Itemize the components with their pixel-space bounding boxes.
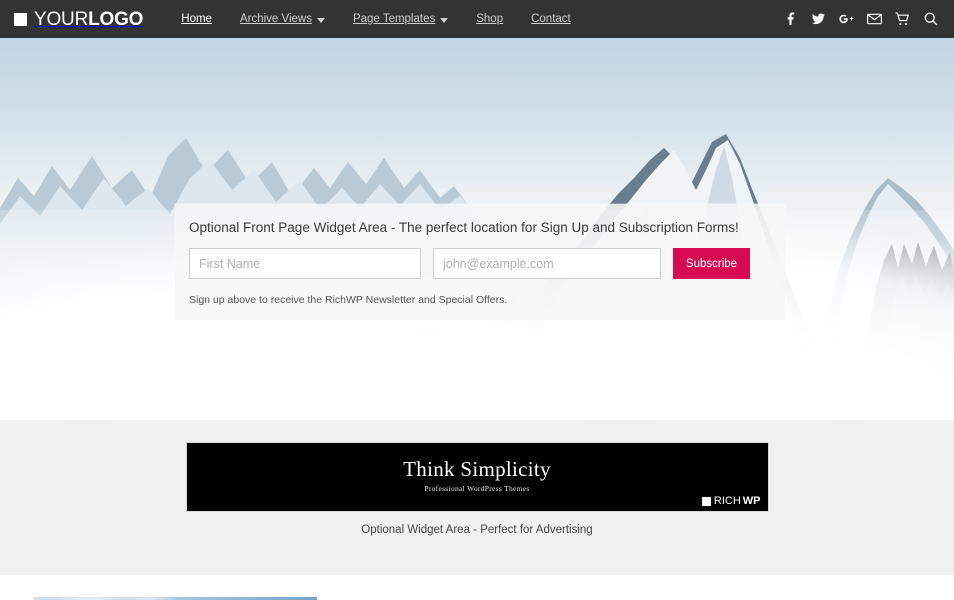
- subscription-note: Sign up above to receive the RichWP News…: [189, 294, 508, 306]
- header-social-links: [783, 12, 938, 27]
- logo-text: YOURLOGO: [34, 10, 143, 29]
- content-section: Long Text for Readability And Threaded C…: [0, 575, 954, 600]
- nav-item-contact[interactable]: Contact: [517, 0, 585, 38]
- facebook-icon[interactable]: [783, 12, 798, 27]
- front-page-widget: Optional Front Page Widget Area - The pe…: [175, 204, 785, 320]
- nav-item-label: Shop: [476, 13, 504, 25]
- advertising-widget-area: Think Simplicity Professional WordPress …: [0, 420, 954, 575]
- richwp-badge: RICH WP: [701, 495, 761, 507]
- ad-banner-brand: Think Simplicity: [403, 457, 551, 481]
- ad-widget-caption: Optional Widget Area - Perfect for Adver…: [361, 524, 593, 536]
- front-page-widget-title: Optional Front Page Widget Area - The pe…: [189, 220, 739, 235]
- ad-banner-brandline: Think Simplicity Professional WordPress …: [187, 457, 768, 494]
- cart-icon[interactable]: [895, 12, 910, 27]
- nav-item-shop[interactable]: Shop: [462, 0, 517, 38]
- site-logo[interactable]: YOURLOGO: [14, 10, 143, 29]
- nav-item-page-templates[interactable]: Page Templates: [339, 0, 462, 38]
- chevron-down-icon: [440, 17, 449, 23]
- subscribe-button[interactable]: Subscribe: [673, 248, 750, 279]
- site-header: YOURLOGO Home Archive Views Page Templat…: [0, 0, 954, 38]
- richwp-badge-light: RICH: [713, 495, 741, 507]
- logo-square-icon: [14, 12, 27, 26]
- hero-section: Optional Front Page Widget Area - The pe…: [0, 38, 954, 420]
- richwp-square-icon: [701, 497, 711, 506]
- nav-item-label: Archive Views: [239, 13, 312, 25]
- twitter-icon[interactable]: [811, 12, 826, 27]
- logo-text-bold: LOGO: [88, 8, 144, 30]
- search-icon[interactable]: [923, 12, 938, 27]
- main-nav: Home Archive Views Page Templates Shop C…: [167, 0, 584, 38]
- nav-item-label: Home: [181, 13, 212, 25]
- google-plus-icon[interactable]: [839, 12, 854, 27]
- chevron-down-icon: [316, 17, 325, 23]
- ad-banner-tagline: Professional WordPress Themes: [424, 484, 530, 493]
- logo-text-light: YOUR: [34, 8, 89, 30]
- email-icon[interactable]: [867, 12, 882, 27]
- richwp-badge-bold: WP: [742, 495, 761, 507]
- nav-item-label: Page Templates: [352, 13, 436, 25]
- first-name-input[interactable]: [189, 248, 421, 279]
- nav-item-home[interactable]: Home: [167, 0, 226, 38]
- nav-item-label: Contact: [531, 13, 571, 25]
- ad-banner[interactable]: Think Simplicity Professional WordPress …: [185, 442, 769, 512]
- email-input[interactable]: [433, 248, 661, 279]
- nav-item-archive-views[interactable]: Archive Views: [226, 0, 339, 38]
- subscription-form: Subscribe: [189, 248, 771, 279]
